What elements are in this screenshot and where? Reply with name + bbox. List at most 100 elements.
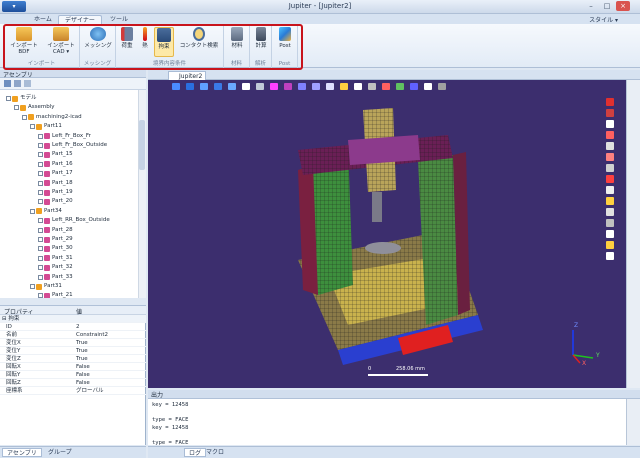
document-tab[interactable]: Jupiter2	[168, 71, 206, 80]
close-icon[interactable]: ×	[616, 1, 630, 11]
tree-checkbox[interactable]	[38, 171, 43, 177]
tree-checkbox[interactable]	[6, 96, 11, 101]
tree-checkbox[interactable]	[30, 208, 35, 214]
view-tool-icon[interactable]	[228, 83, 236, 90]
tree-item[interactable]: Part_21	[38, 291, 73, 298]
view-tool-icon[interactable]	[242, 83, 250, 90]
tree-item[interactable]: Part_28	[38, 226, 73, 235]
side-tool-icon[interactable]	[606, 219, 614, 227]
view-tool-icon[interactable]	[438, 83, 446, 90]
property-row[interactable]: 座標系 グローバル	[0, 387, 146, 395]
maximize-icon[interactable]: □	[600, 1, 614, 11]
tree-item[interactable]: Part_29	[38, 235, 73, 244]
tree-checkbox[interactable]	[38, 133, 43, 139]
side-tool-icon[interactable]	[606, 120, 614, 128]
tab-group[interactable]: グループ	[44, 448, 76, 457]
view-tool-icon[interactable]	[368, 83, 376, 90]
property-row[interactable]: 回転Y False	[0, 371, 146, 379]
tree-checkbox[interactable]	[38, 293, 43, 298]
tree-checkbox[interactable]	[38, 255, 43, 261]
view-tool-icon[interactable]	[186, 83, 194, 90]
property-row[interactable]: 変位Y True	[0, 347, 146, 355]
tree-checkbox[interactable]	[38, 143, 43, 148]
tree-scroll-thumb[interactable]	[139, 120, 145, 170]
tree-checkbox[interactable]	[38, 274, 43, 280]
tree-item[interactable]: Part31	[30, 282, 62, 291]
tree-checkbox[interactable]	[38, 218, 43, 224]
tree-item[interactable]: Part_20	[38, 197, 73, 206]
tree-checkbox[interactable]	[38, 227, 43, 233]
viewport-scrollbar[interactable]	[626, 80, 640, 388]
tree-item[interactable]: Part_33	[38, 273, 73, 282]
view-tool-icon[interactable]	[340, 83, 348, 90]
tab-tools[interactable]: ツール	[104, 15, 134, 24]
tree-checkbox[interactable]	[38, 237, 43, 242]
property-row[interactable]: 変位Z True	[0, 355, 146, 363]
side-tool-icon[interactable]	[606, 230, 614, 238]
tree-item[interactable]: Part_18	[38, 179, 73, 188]
style-menu[interactable]: スタイル ▾	[589, 15, 618, 24]
tab-home[interactable]: ホーム	[28, 15, 58, 24]
tree-item[interactable]: Part_15	[38, 150, 73, 159]
tree-item[interactable]: Part_17	[38, 169, 73, 178]
view-tool-icon[interactable]	[284, 83, 292, 90]
property-row[interactable]: 回転Z False	[0, 379, 146, 387]
expand-icon[interactable]	[4, 80, 11, 87]
view-tool-icon[interactable]	[424, 83, 432, 90]
view-tool-icon[interactable]	[410, 83, 418, 90]
tree-checkbox[interactable]	[22, 114, 27, 120]
tree-item[interactable]: Left_Fr_Box_Outside	[38, 141, 107, 150]
tree-item[interactable]: Left_RR_Box_Outside	[38, 216, 110, 225]
view-tool-icon[interactable]	[214, 83, 222, 90]
tab-macro[interactable]: マクロ	[202, 448, 228, 457]
tab-designer[interactable]: デザイナー	[58, 15, 102, 24]
view-tool-icon[interactable]	[312, 83, 320, 90]
view-tool-icon[interactable]	[354, 83, 362, 90]
output-console[interactable]: key = 12458 type = FACE key = 12458 type = …	[148, 399, 626, 445]
3d-viewport[interactable]	[148, 80, 626, 388]
view-tool-icon[interactable]	[298, 83, 306, 90]
side-tool-icon[interactable]	[606, 153, 614, 161]
side-tool-icon[interactable]	[606, 109, 614, 117]
tree-checkbox[interactable]	[14, 105, 19, 111]
property-row[interactable]: 変位X True	[0, 339, 146, 347]
tree-item[interactable]: Left_Fr_Box_Fr	[38, 132, 91, 141]
tree-item[interactable]: Part_16	[38, 160, 73, 169]
tree-checkbox[interactable]	[38, 199, 43, 205]
view-tool-icon[interactable]	[172, 83, 180, 90]
tree-item[interactable]: Part_31	[38, 254, 73, 263]
tree-checkbox[interactable]	[30, 284, 35, 289]
side-tool-icon[interactable]	[606, 98, 614, 106]
tree-checkbox[interactable]	[38, 265, 43, 271]
tree-item[interactable]: Part11	[30, 122, 62, 131]
side-tool-icon[interactable]	[606, 175, 614, 183]
tree-item[interactable]: Part_32	[38, 263, 73, 272]
properties-section[interactable]: ⊟ 拘束	[0, 315, 146, 323]
tree-item[interactable]: Part34	[30, 207, 62, 216]
side-tool-icon[interactable]	[606, 164, 614, 172]
side-tool-icon[interactable]	[606, 208, 614, 216]
tree-checkbox[interactable]	[38, 190, 43, 195]
side-tool-icon[interactable]	[606, 197, 614, 205]
property-row[interactable]: 名前 Constraint2	[0, 331, 146, 339]
side-tool-icon[interactable]	[606, 142, 614, 150]
output-scrollbar[interactable]	[626, 399, 640, 445]
side-tool-icon[interactable]	[606, 131, 614, 139]
tree-checkbox[interactable]	[38, 180, 43, 186]
view-tool-icon[interactable]	[270, 83, 278, 90]
view-tool-icon[interactable]	[256, 83, 264, 90]
tree-item[interactable]: モデル	[6, 94, 37, 103]
tree-item[interactable]: Assembly	[14, 103, 55, 112]
collapse-icon[interactable]	[14, 80, 21, 87]
tree-checkbox[interactable]	[38, 161, 43, 167]
view-tool-icon[interactable]	[326, 83, 334, 90]
tab-assembly[interactable]: アセンブリ	[2, 448, 42, 457]
filter-icon[interactable]	[24, 80, 31, 87]
view-tool-icon[interactable]	[200, 83, 208, 90]
property-row[interactable]: 回転X False	[0, 363, 146, 371]
side-tool-icon[interactable]	[606, 241, 614, 249]
property-row[interactable]: ID 2	[0, 323, 146, 331]
side-tool-icon[interactable]	[606, 186, 614, 194]
side-tool-icon[interactable]	[606, 252, 614, 260]
tree-checkbox[interactable]	[38, 246, 43, 252]
